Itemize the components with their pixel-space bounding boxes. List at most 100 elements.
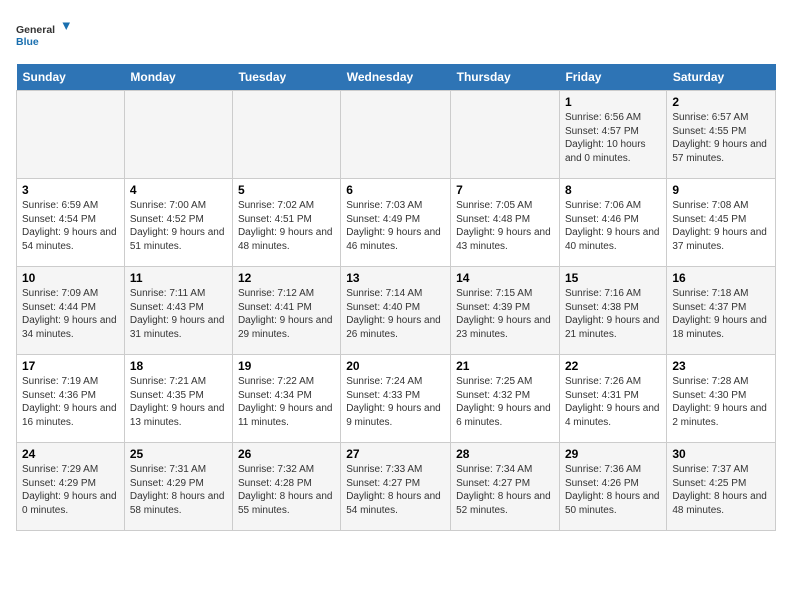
day-info: Sunrise: 7:19 AMSunset: 4:36 PMDaylight:… (22, 375, 119, 429)
day-number: 15 (565, 271, 661, 285)
calendar-cell: 25Sunrise: 7:31 AMSunset: 4:29 PMDayligh… (124, 443, 232, 531)
calendar-cell: 7 Sunrise: 7:05 AMSunset: 4:48 PMDaylight… (451, 179, 560, 267)
weekday-header-sunday: Sunday (17, 64, 125, 91)
day-info: Sunrise: 7:22 AMSunset: 4:34 PMDaylight:… (238, 375, 335, 429)
day-info: Sunrise: 7:32 AMSunset: 4:28 PMDaylight:… (238, 463, 335, 517)
calendar-cell: 2 Sunrise: 6:57 AMSunset: 4:55 PMDaylight… (667, 91, 776, 179)
calendar-cell: 21Sunrise: 7:25 AMSunset: 4:32 PMDayligh… (451, 355, 560, 443)
calendar-cell: 6 Sunrise: 7:03 AMSunset: 4:49 PMDaylight… (341, 179, 451, 267)
day-info: Sunrise: 7:18 AMSunset: 4:37 PMDaylight:… (672, 287, 770, 341)
day-number: 19 (238, 359, 335, 373)
day-number: 29 (565, 447, 661, 461)
weekday-header-wednesday: Wednesday (341, 64, 451, 91)
calendar-cell: 28 Sunrise: 7:34 AMSunset: 4:27 PMDayligh… (451, 443, 560, 531)
day-info: Sunrise: 7:09 AMSunset: 4:44 PMDaylight:… (22, 287, 119, 341)
weekday-header-row: SundayMondayTuesdayWednesdayThursdayFrid… (17, 64, 776, 91)
calendar-cell (451, 91, 560, 179)
calendar-cell: 15Sunrise: 7:16 AMSunset: 4:38 PMDayligh… (559, 267, 666, 355)
calendar-cell: 9 Sunrise: 7:08 AMSunset: 4:45 PMDaylight… (667, 179, 776, 267)
day-info: Sunrise: 7:37 AMSunset: 4:25 PMDaylight:… (672, 463, 770, 517)
day-number: 4 (130, 183, 227, 197)
day-info: Sunrise: 6:59 AMSunset: 4:54 PMDaylight:… (22, 199, 119, 253)
day-info: Sunrise: 7:34 AMSunset: 4:27 PMDaylight:… (456, 463, 554, 517)
weekday-header-tuesday: Tuesday (232, 64, 340, 91)
day-info: Sunrise: 7:31 AMSunset: 4:29 PMDaylight:… (130, 463, 227, 517)
calendar-table: SundayMondayTuesdayWednesdayThursdayFrid… (16, 64, 776, 531)
svg-text:General: General (16, 24, 55, 36)
weekday-header-saturday: Saturday (667, 64, 776, 91)
calendar-cell (124, 91, 232, 179)
day-info: Sunrise: 7:11 AMSunset: 4:43 PMDaylight:… (130, 287, 227, 341)
calendar-week-2: 3Sunrise: 6:59 AMSunset: 4:54 PMDaylight… (17, 179, 776, 267)
day-number: 22 (565, 359, 661, 373)
day-number: 27 (346, 447, 445, 461)
calendar-cell: 17 Sunrise: 7:19 AMSunset: 4:36 PMDayligh… (17, 355, 125, 443)
svg-text:Blue: Blue (16, 36, 39, 48)
day-number: 23 (672, 359, 770, 373)
calendar-cell: 27Sunrise: 7:33 AMSunset: 4:27 PMDayligh… (341, 443, 451, 531)
calendar-cell (17, 91, 125, 179)
calendar-cell: 12 Sunrise: 7:12 AMSunset: 4:41 PMDayligh… (232, 267, 340, 355)
header: General Blue (16, 16, 776, 56)
logo: General Blue (16, 16, 76, 56)
day-number: 13 (346, 271, 445, 285)
day-number: 28 (456, 447, 554, 461)
day-number: 8 (565, 183, 661, 197)
day-info: Sunrise: 7:03 AMSunset: 4:49 PMDaylight:… (346, 199, 445, 253)
day-number: 17 (22, 359, 119, 373)
day-number: 16 (672, 271, 770, 285)
day-number: 12 (238, 271, 335, 285)
weekday-header-thursday: Thursday (451, 64, 560, 91)
day-number: 1 (565, 95, 661, 109)
calendar-cell (341, 91, 451, 179)
calendar-cell: 8 Sunrise: 7:06 AMSunset: 4:46 PMDaylight… (559, 179, 666, 267)
day-number: 2 (672, 95, 770, 109)
day-info: Sunrise: 7:05 AMSunset: 4:48 PMDaylight:… (456, 199, 554, 253)
day-info: Sunrise: 6:57 AMSunset: 4:55 PMDaylight:… (672, 111, 770, 165)
calendar-cell: 14 Sunrise: 7:15 AMSunset: 4:39 PMDayligh… (451, 267, 560, 355)
day-number: 18 (130, 359, 227, 373)
day-info: Sunrise: 7:24 AMSunset: 4:33 PMDaylight:… (346, 375, 445, 429)
calendar-week-1: 1 Sunrise: 6:56 AMSunset: 4:57 PMDaylight… (17, 91, 776, 179)
calendar-cell: 16 Sunrise: 7:18 AMSunset: 4:37 PMDayligh… (667, 267, 776, 355)
calendar-week-3: 10 Sunrise: 7:09 AMSunset: 4:44 PMDayligh… (17, 267, 776, 355)
calendar-cell: 23 Sunrise: 7:28 AMSunset: 4:30 PMDayligh… (667, 355, 776, 443)
calendar-cell: 18 Sunrise: 7:21 AMSunset: 4:35 PMDayligh… (124, 355, 232, 443)
day-number: 26 (238, 447, 335, 461)
day-number: 9 (672, 183, 770, 197)
calendar-week-5: 24 Sunrise: 7:29 AMSunset: 4:29 PMDayligh… (17, 443, 776, 531)
day-info: Sunrise: 7:15 AMSunset: 4:39 PMDaylight:… (456, 287, 554, 341)
day-info: Sunrise: 7:02 AMSunset: 4:51 PMDaylight:… (238, 199, 335, 253)
calendar-cell: 29 Sunrise: 7:36 AMSunset: 4:26 PMDayligh… (559, 443, 666, 531)
day-number: 24 (22, 447, 119, 461)
calendar-cell: 4 Sunrise: 7:00 AMSunset: 4:52 PMDaylight… (124, 179, 232, 267)
day-number: 5 (238, 183, 335, 197)
calendar-cell (232, 91, 340, 179)
weekday-header-friday: Friday (559, 64, 666, 91)
calendar-cell: 11Sunrise: 7:11 AMSunset: 4:43 PMDayligh… (124, 267, 232, 355)
day-info: Sunrise: 7:26 AMSunset: 4:31 PMDaylight:… (565, 375, 661, 429)
calendar-cell: 22 Sunrise: 7:26 AMSunset: 4:31 PMDayligh… (559, 355, 666, 443)
calendar-cell: 30Sunrise: 7:37 AMSunset: 4:25 PMDayligh… (667, 443, 776, 531)
day-info: Sunrise: 6:56 AMSunset: 4:57 PMDaylight:… (565, 111, 661, 165)
day-info: Sunrise: 7:14 AMSunset: 4:40 PMDaylight:… (346, 287, 445, 341)
calendar-cell: 10 Sunrise: 7:09 AMSunset: 4:44 PMDayligh… (17, 267, 125, 355)
day-number: 14 (456, 271, 554, 285)
day-info: Sunrise: 7:12 AMSunset: 4:41 PMDaylight:… (238, 287, 335, 341)
day-info: Sunrise: 7:36 AMSunset: 4:26 PMDaylight:… (565, 463, 661, 517)
day-info: Sunrise: 7:08 AMSunset: 4:45 PMDaylight:… (672, 199, 770, 253)
day-info: Sunrise: 7:28 AMSunset: 4:30 PMDaylight:… (672, 375, 770, 429)
day-number: 6 (346, 183, 445, 197)
day-number: 21 (456, 359, 554, 373)
calendar-cell: 5 Sunrise: 7:02 AMSunset: 4:51 PMDaylight… (232, 179, 340, 267)
day-info: Sunrise: 7:00 AMSunset: 4:52 PMDaylight:… (130, 199, 227, 253)
calendar-cell: 26 Sunrise: 7:32 AMSunset: 4:28 PMDayligh… (232, 443, 340, 531)
day-info: Sunrise: 7:06 AMSunset: 4:46 PMDaylight:… (565, 199, 661, 253)
day-info: Sunrise: 7:29 AMSunset: 4:29 PMDaylight:… (22, 463, 119, 517)
day-number: 10 (22, 271, 119, 285)
calendar-cell: 19 Sunrise: 7:22 AMSunset: 4:34 PMDayligh… (232, 355, 340, 443)
day-info: Sunrise: 7:21 AMSunset: 4:35 PMDaylight:… (130, 375, 227, 429)
calendar-cell: 24 Sunrise: 7:29 AMSunset: 4:29 PMDayligh… (17, 443, 125, 531)
calendar-cell: 20Sunrise: 7:24 AMSunset: 4:33 PMDayligh… (341, 355, 451, 443)
day-number: 7 (456, 183, 554, 197)
